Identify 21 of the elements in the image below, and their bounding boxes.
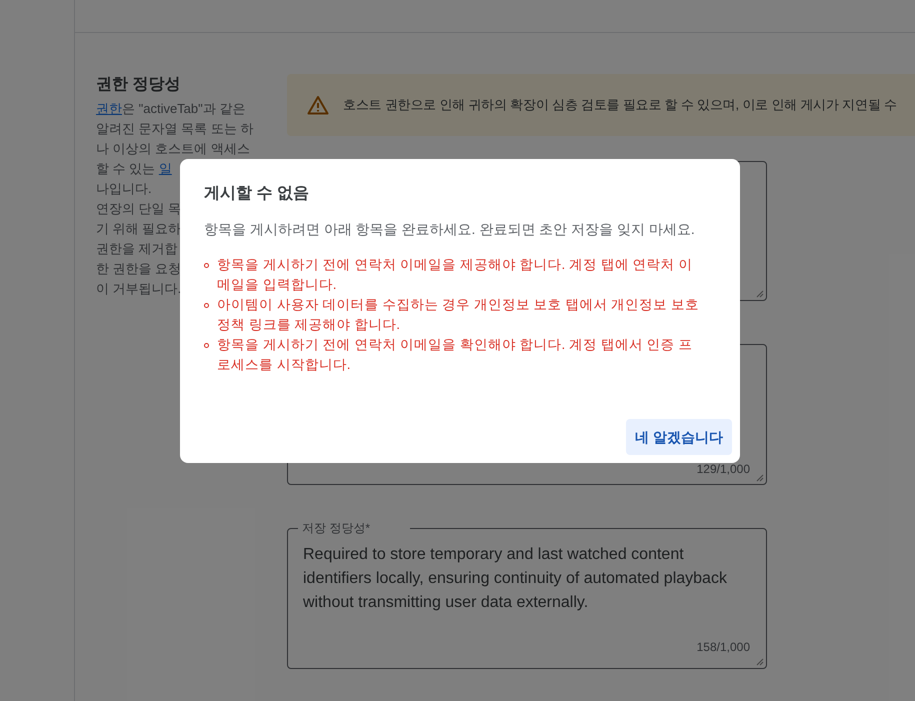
description-text: 은 "activeTab"과 같은 <box>122 100 246 118</box>
description-text: 이 거부됩니다. <box>96 280 182 298</box>
dialog-message: 항목을 게시하려면 아래 항목을 완료하세요. 완료되면 초안 저장을 잊지 마세요. <box>204 220 696 239</box>
description-text: 한 권한을 요청 <box>96 260 182 278</box>
field-label: 저장 정당성* <box>298 520 410 536</box>
description-text: 나입니다. <box>96 180 152 198</box>
error-message: 항목을 게시하기 전에 연락처 이메일을 제공해야 합니다. 계정 탭에 연락처 이메일을 입력합니다. <box>217 256 694 294</box>
warning-text: 호스트 권한으로 인해 귀하의 확장이 심층 검토를 필요로 할 수 있으며, 이로 인해 게시가 지연될 수 <box>343 96 897 114</box>
dialog-title: 게시할 수 없음 <box>204 184 310 204</box>
section-title: 권한 정당성 <box>96 75 182 95</box>
error-message: 아이템이 사용자 데이터를 수집하는 경우 개인정보 보호 탭에서 개인정보 보호정책 링크를 제공해야 합니다. <box>217 296 700 334</box>
description-text: 권한을 제거합 <box>96 240 178 258</box>
description-text: 기 위해 필요하 <box>96 220 182 238</box>
character-counter: 129/1,000 <box>696 461 750 478</box>
description-text: 알려진 문자열 목록 또는 하 <box>96 120 254 138</box>
error-message: 항목을 게시하기 전에 연락처 이메일을 확인해야 합니다. 계정 탭에서 인증 프로세스를 시작합니다. <box>217 336 694 374</box>
character-counter: 158/1,000 <box>696 639 750 656</box>
field-value: Required to store temporary and last watched content identifiers locally, ensuring continuity of automated playback without transmitting user data externally. <box>303 545 728 613</box>
description-text: 연장의 단일 목 <box>96 200 182 218</box>
description-text: 나 이상의 호스트에 액세스 <box>96 140 250 158</box>
description-text: 할 수 있는 <box>96 160 156 178</box>
